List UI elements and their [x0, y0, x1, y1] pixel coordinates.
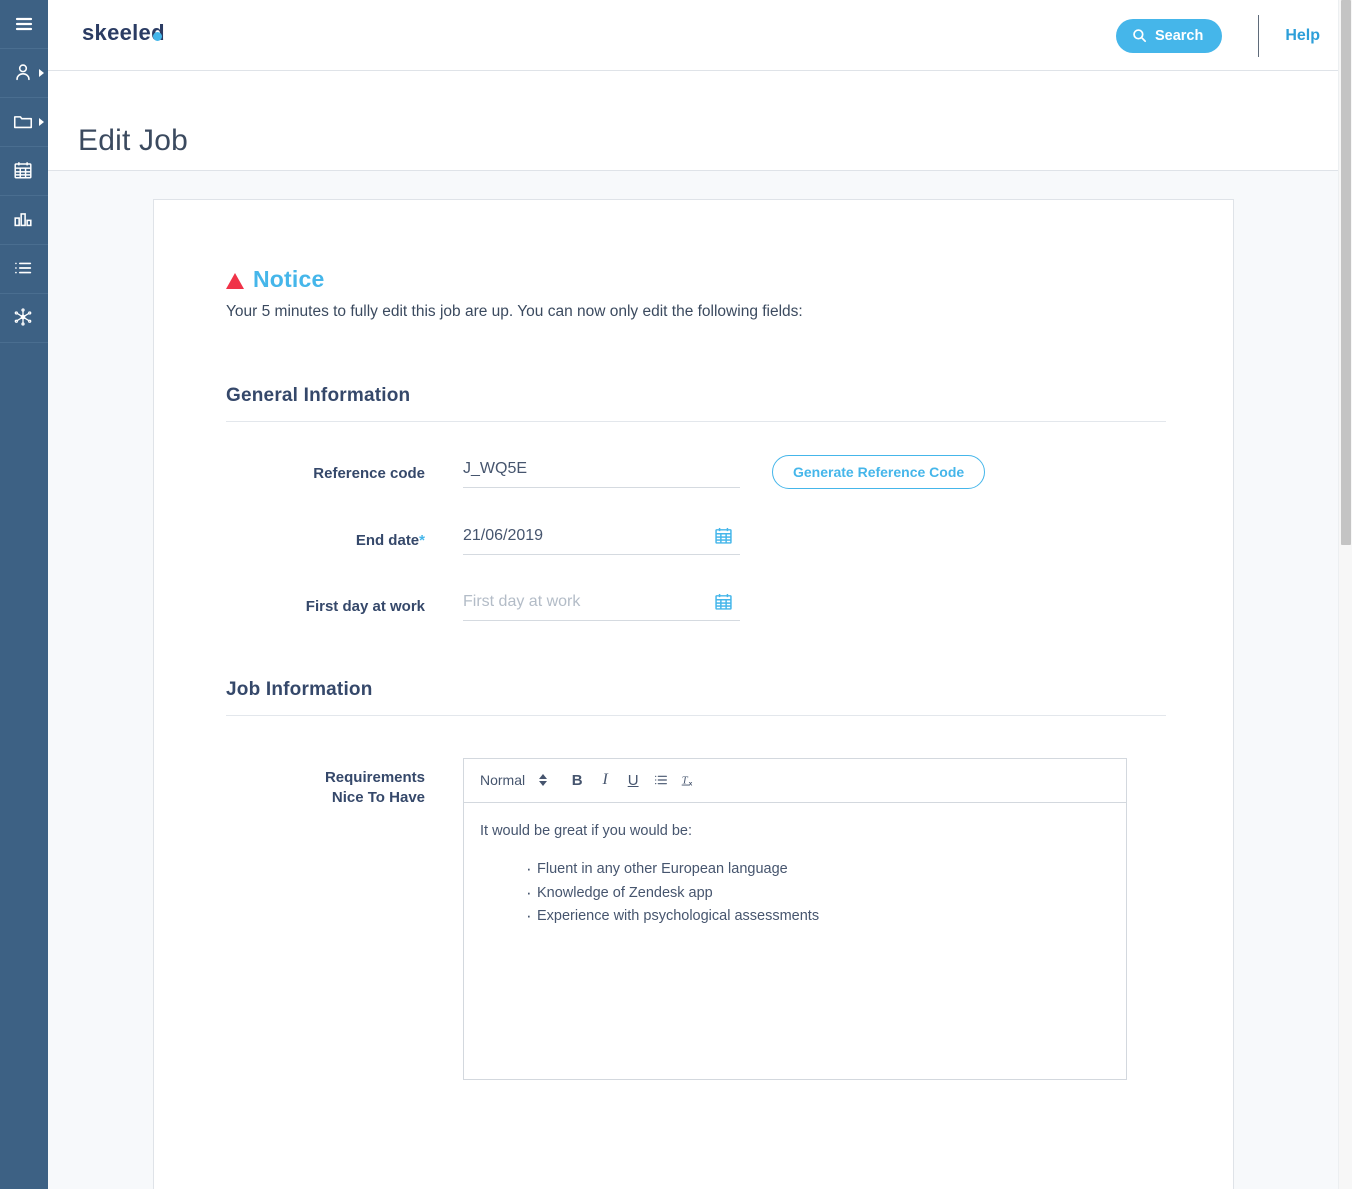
- bar-chart-icon: [12, 208, 36, 232]
- card-inner: Notice Your 5 minutes to fully edit this…: [154, 200, 1233, 1080]
- sidebar-item-integrations[interactable]: [0, 294, 48, 343]
- editor-content[interactable]: It would be great if you would be: Fluen…: [464, 803, 1126, 1079]
- page-scrollbar-track[interactable]: [1338, 0, 1352, 1189]
- search-icon: [1131, 27, 1148, 44]
- clear-formatting-button[interactable]: T x: [675, 766, 703, 794]
- search-button-label: Search: [1154, 27, 1204, 44]
- page-title: Edit Job: [78, 123, 188, 157]
- header-actions: Search Help: [1115, 0, 1320, 71]
- folder-icon: [12, 110, 36, 134]
- page-scrollbar-thumb[interactable]: [1341, 0, 1351, 545]
- requirements-nice-to-have-label: Requirements Nice To Have: [226, 758, 463, 809]
- end-date-field-wrap: [463, 524, 740, 555]
- reference-code-field-wrap: [463, 457, 740, 488]
- requirements-label-line2: Nice To Have: [331, 788, 425, 806]
- list-item: Fluent in any other European language: [526, 858, 1106, 881]
- end-date-label: End date*: [226, 525, 463, 551]
- underline-button[interactable]: U: [619, 766, 647, 794]
- svg-text:x: x: [688, 780, 692, 787]
- header-divider: [1258, 14, 1260, 57]
- requirements-nice-to-have-row: Requirements Nice To Have Normal B I U T…: [226, 757, 1171, 1080]
- required-marker: *: [419, 531, 425, 549]
- warning-triangle-icon: [226, 272, 244, 289]
- sidebar-item-calendar[interactable]: [0, 147, 48, 196]
- job-information-heading: Job Information: [226, 679, 1166, 716]
- reference-code-input[interactable]: [463, 457, 740, 488]
- person-icon: [12, 61, 36, 85]
- bullet-list-button[interactable]: [647, 766, 675, 794]
- sidebar-item-candidates[interactable]: [0, 49, 48, 98]
- sidebar-item-lists[interactable]: [0, 245, 48, 294]
- first-day-at-work-row: First day at work: [226, 590, 1171, 621]
- sidebar-navigation: [0, 0, 48, 1189]
- format-select[interactable]: Normal: [480, 772, 548, 789]
- logo-dot-icon: [152, 32, 162, 41]
- page-title-band: Edit Job: [48, 71, 1338, 171]
- notice-title: Notice: [253, 266, 325, 292]
- notice-block: Notice Your 5 minutes to fully edit this…: [226, 266, 1171, 323]
- editor-toolbar: Normal B I U T x: [464, 759, 1126, 803]
- chevron-right-icon: [39, 118, 44, 126]
- first-day-at-work-label: First day at work: [226, 591, 463, 617]
- logo-text: skeeled: [82, 20, 165, 45]
- reference-code-label: Reference code: [313, 464, 425, 482]
- chevron-right-icon: [39, 69, 44, 77]
- first-day-field-wrap: [463, 590, 740, 621]
- sidebar-filler: [0, 343, 48, 1188]
- first-day-at-work-input[interactable]: [463, 590, 740, 621]
- end-date-input[interactable]: [463, 524, 740, 555]
- application-root: skeeled Search Help Edit Job Notice Your…: [0, 0, 1352, 1189]
- editor-intro-text: It would be great if you would be:: [480, 822, 692, 839]
- reference-code-row: Reference code Generate Reference Code: [226, 454, 1171, 489]
- chevron-updown-icon: [539, 774, 548, 787]
- calendar-icon[interactable]: [713, 525, 734, 551]
- hamburger-menu-icon: [12, 12, 36, 36]
- sidebar-item-analytics[interactable]: [0, 196, 48, 245]
- list-item: Knowledge of Zendesk app: [526, 882, 1106, 905]
- editor-bullet-list: Fluent in any other European language Kn…: [480, 858, 1106, 928]
- bold-button[interactable]: B: [563, 766, 591, 794]
- notice-message: Your 5 minutes to fully edit this job ar…: [226, 303, 803, 320]
- end-date-row: End date*: [226, 524, 1171, 555]
- list-item: Experience with psychological assessment…: [526, 905, 1106, 928]
- calendar-icon: [12, 159, 36, 183]
- generate-reference-code-button[interactable]: Generate Reference Code: [772, 454, 986, 489]
- top-header-bar: skeeled Search Help: [48, 0, 1338, 71]
- network-hub-icon: [12, 306, 36, 330]
- rich-text-editor: Normal B I U T x It would be great if yo…: [463, 757, 1127, 1080]
- italic-button[interactable]: I: [591, 766, 619, 794]
- sidebar-item-menu[interactable]: [0, 0, 48, 49]
- skeeled-logo[interactable]: skeeled: [82, 22, 174, 44]
- edit-job-card: Notice Your 5 minutes to fully edit this…: [153, 199, 1234, 1189]
- help-link[interactable]: Help: [1285, 27, 1320, 45]
- format-select-value: Normal: [480, 772, 526, 789]
- sidebar-item-jobs[interactable]: [0, 98, 48, 147]
- notice-header: Notice: [226, 266, 1171, 293]
- list-icon: [12, 257, 36, 281]
- general-information-heading: General Information: [226, 385, 1166, 422]
- end-date-label-text: End date: [355, 531, 420, 549]
- calendar-icon[interactable]: [713, 591, 734, 617]
- requirements-label-line1: Requirements: [324, 768, 425, 786]
- first-day-label-text: First day at work: [305, 597, 425, 615]
- main-content-area: Notice Your 5 minutes to fully edit this…: [48, 171, 1338, 1189]
- search-button[interactable]: Search: [1115, 18, 1223, 53]
